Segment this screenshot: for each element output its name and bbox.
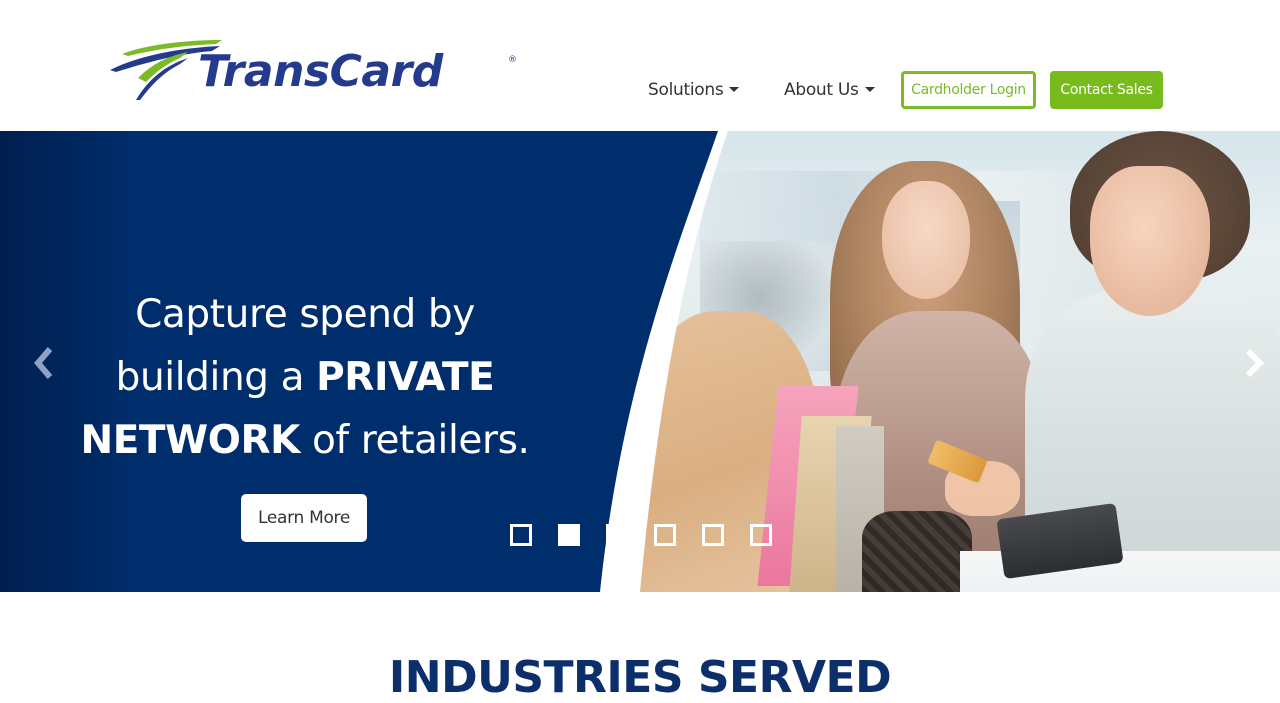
registered-mark: ®	[508, 55, 517, 65]
headline-line-1: Capture spend by	[135, 292, 475, 337]
contact-sales-button[interactable]: Contact Sales	[1050, 71, 1163, 109]
learn-more-button[interactable]: Learn More	[241, 494, 367, 542]
chevron-right-icon	[1245, 348, 1265, 378]
hero-headline: Capture spend by building a PRIVATE NETW…	[60, 283, 550, 472]
carousel-next-button[interactable]	[1240, 343, 1270, 383]
hero-carousel: Capture spend by building a PRIVATE NETW…	[0, 131, 1280, 592]
main-nav: Solutions About Us Cardholder Login Cont…	[0, 71, 1280, 111]
carousel-indicator-4[interactable]	[654, 524, 676, 546]
carousel-indicator-2[interactable]	[558, 524, 580, 546]
nav-about-us-label: About Us	[784, 80, 859, 100]
carousel-indicator-3[interactable]	[606, 524, 628, 546]
carousel-indicator-1[interactable]	[510, 524, 532, 546]
industries-served-heading: INDUSTRIES SERVED	[388, 652, 892, 703]
carousel-indicator-5[interactable]	[702, 524, 724, 546]
cardholder-login-button[interactable]: Cardholder Login	[901, 71, 1036, 109]
carousel-prev-button[interactable]	[30, 343, 60, 383]
nav-solutions-dropdown[interactable]: Solutions	[648, 71, 740, 109]
hero-photo	[600, 131, 1280, 592]
chevron-left-icon	[34, 347, 53, 379]
nav-about-us-dropdown[interactable]: About Us	[784, 71, 875, 109]
caret-down-icon	[729, 86, 740, 92]
headline-line-3: NETWORK of retailers.	[80, 418, 530, 463]
caret-down-icon	[864, 86, 875, 92]
headline-line-2: building a PRIVATE	[115, 355, 495, 400]
nav-solutions-label: Solutions	[648, 80, 724, 100]
site-header: TransCard ® Solutions About Us Cardholde…	[0, 0, 1280, 131]
carousel-indicator-6[interactable]	[750, 524, 772, 546]
